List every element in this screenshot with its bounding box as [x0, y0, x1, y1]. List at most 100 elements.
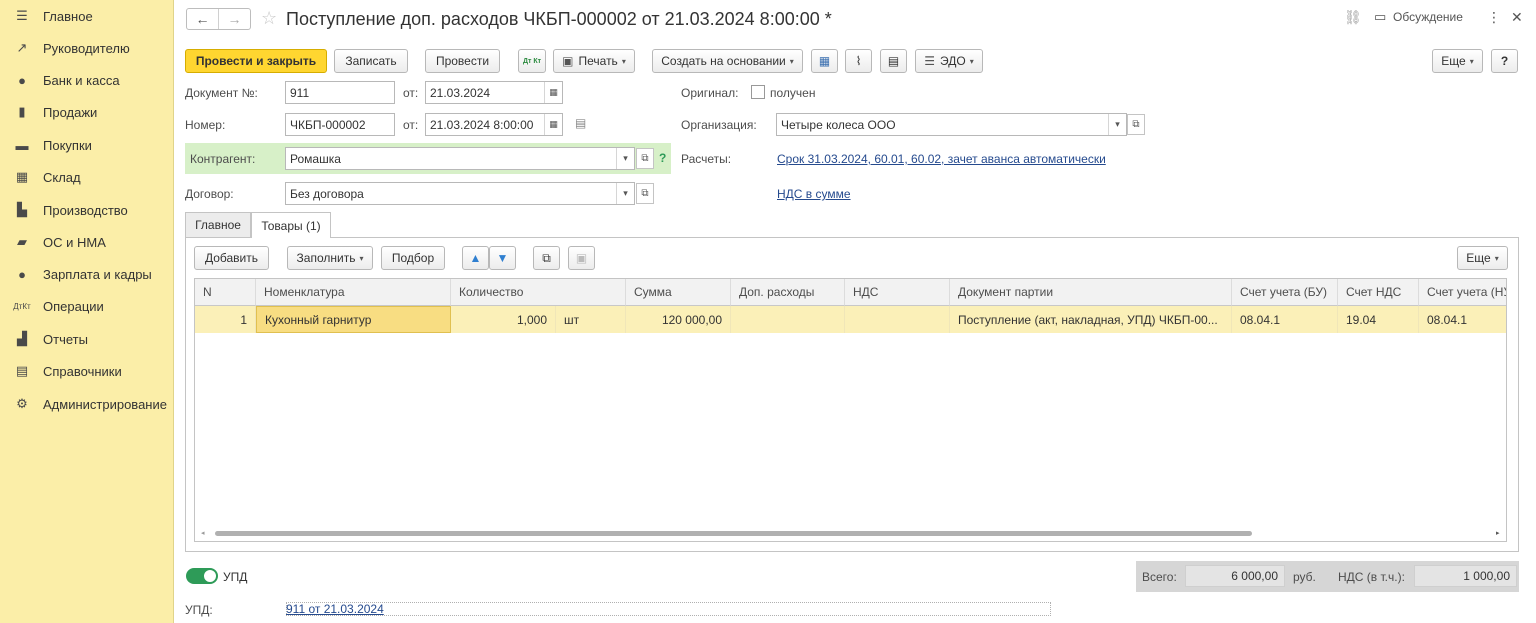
sidebar-item-manager[interactable]: ↗ Руководителю	[0, 34, 174, 62]
doc-date-value: 21.03.2024	[430, 85, 491, 100]
col-header-acc-vat[interactable]: Счет НДС	[1338, 279, 1419, 306]
table-more-button[interactable]: Еще ▾	[1457, 246, 1508, 270]
sidebar-item-warehouse[interactable]: ▦ Склад	[0, 163, 174, 191]
sidebar-item-salary[interactable]: ● Зарплата и кадры	[0, 260, 174, 288]
doc-date-input[interactable]: 21.03.2024 ▦	[425, 81, 563, 104]
sidebar-item-catalogs[interactable]: ▤ Справочники	[0, 357, 174, 385]
chevron-down-icon[interactable]: ▾	[616, 148, 634, 169]
cell-unit[interactable]: шт	[556, 306, 626, 333]
contractor-select[interactable]: Ромашка ▾	[285, 147, 635, 170]
post-and-close-button[interactable]: Провести и закрыть	[185, 49, 327, 73]
calendar-icon[interactable]: ▦	[544, 114, 562, 135]
create-based-on-button[interactable]: Создать на основании ▾	[652, 49, 803, 73]
sidebar-item-reports[interactable]: ▟ Отчеты	[0, 325, 174, 353]
numbering-icon[interactable]: ▤	[575, 116, 586, 130]
cell-item[interactable]: Кухонный гарнитур	[256, 306, 451, 333]
upd-link[interactable]: 911 от 21.03.2024	[286, 602, 384, 616]
discussion-link[interactable]: Обсуждение	[1393, 10, 1463, 24]
sidebar-item-sales[interactable]: ▮ Продажи	[0, 98, 174, 126]
fill-button[interactable]: Заполнить ▾	[287, 246, 373, 270]
attach-button[interactable]: ⌇	[845, 49, 872, 73]
chevron-down-icon: ▾	[969, 56, 974, 66]
org-select[interactable]: Четыре колеса ООО ▾	[776, 113, 1127, 136]
pick-button[interactable]: Подбор	[381, 246, 445, 270]
tab-goods[interactable]: Товары (1)	[251, 212, 331, 238]
horizontal-scrollbar[interactable]	[215, 531, 1252, 536]
cell-acc-nu[interactable]: 08.04.1	[1419, 306, 1506, 333]
open-org-icon[interactable]: ⧉	[1127, 114, 1145, 135]
scroll-left-icon[interactable]: ◂	[201, 529, 205, 537]
open-contractor-icon[interactable]: ⧉	[636, 148, 654, 169]
print-button[interactable]: ▣ Печать ▾	[553, 49, 635, 73]
col-header-vat[interactable]: НДС	[845, 279, 950, 306]
doc-no-input[interactable]: 911	[285, 81, 395, 104]
number-input[interactable]: ЧКБП-000002	[285, 113, 395, 136]
col-header-sum[interactable]: Сумма	[626, 279, 731, 306]
chat-bubble-icon[interactable]: ▭	[1374, 9, 1386, 25]
sidebar-item-main[interactable]: ☰ Главное	[0, 2, 174, 30]
ruble-coin-icon: ●	[18, 72, 26, 88]
copy-rows-button[interactable]: ⧉	[533, 246, 560, 270]
cell-acc-vat[interactable]: 19.04	[1338, 306, 1419, 333]
cell-acc-bu[interactable]: 08.04.1	[1232, 306, 1338, 333]
save-button[interactable]: Записать	[334, 49, 408, 73]
scroll-right-icon[interactable]: ▸	[1496, 529, 1500, 537]
add-row-button[interactable]: Добавить	[194, 246, 269, 270]
move-up-button[interactable]: ▲	[462, 246, 489, 270]
cell-vat[interactable]	[845, 306, 950, 333]
cell-n[interactable]: 1	[195, 306, 256, 333]
upd-toggle[interactable]	[186, 568, 218, 584]
cell-sum[interactable]: 120 000,00	[626, 306, 731, 333]
col-header-extra[interactable]: Доп. расходы	[731, 279, 845, 306]
contractor-label: Контрагент:	[190, 152, 256, 166]
structure-button[interactable]: ▦	[811, 49, 838, 73]
col-header-acc-bu[interactable]: Счет учета (БУ)	[1232, 279, 1338, 306]
forward-arrow-icon[interactable]: →	[218, 9, 250, 29]
close-icon[interactable]: ✕	[1511, 9, 1523, 26]
create-based-label: Создать на основании	[661, 54, 786, 68]
report-button[interactable]: ▤	[880, 49, 907, 73]
sidebar-item-admin[interactable]: ⚙ Администрирование	[0, 390, 174, 418]
col-header-qty[interactable]: Количество	[451, 279, 626, 306]
back-arrow-icon[interactable]: ←	[187, 9, 218, 29]
chevron-down-icon[interactable]: ▾	[1108, 114, 1126, 135]
sidebar-item-label: Банк и касса	[43, 72, 120, 88]
tab-main[interactable]: Главное	[185, 212, 251, 237]
edo-button[interactable]: ☰ ЭДО ▾	[915, 49, 983, 73]
col-header-item[interactable]: Номенклатура	[256, 279, 451, 306]
move-down-button[interactable]: ▼	[489, 246, 516, 270]
question-icon[interactable]: ?	[659, 151, 666, 165]
calendar-icon[interactable]: ▦	[544, 82, 562, 103]
sidebar-item-operations[interactable]: ДтКт Операции	[0, 292, 174, 320]
original-checkbox[interactable]	[751, 85, 765, 99]
cell-batch-doc[interactable]: Поступление (акт, накладная, УПД) ЧКБП-0…	[950, 306, 1232, 333]
sidebar: ☰ Главное ↗ Руководителю ● Банк и касса …	[0, 0, 174, 623]
number-date-input[interactable]: 21.03.2024 8:00:00 ▦	[425, 113, 563, 136]
sidebar-item-production[interactable]: ▙ Производство	[0, 196, 174, 224]
chevron-down-icon[interactable]: ▾	[616, 183, 634, 204]
cell-extra[interactable]	[731, 306, 845, 333]
sidebar-item-label: Отчеты	[43, 331, 88, 347]
dt-kt-button[interactable]: Дт Кт	[518, 49, 546, 73]
col-header-n[interactable]: N	[195, 279, 256, 306]
open-contract-icon[interactable]: ⧉	[636, 183, 654, 204]
contractor-value: Ромашка	[290, 151, 341, 166]
more-menu-icon[interactable]: ⋮	[1487, 9, 1501, 26]
favorite-star-icon[interactable]: ☆	[261, 8, 277, 29]
col-header-acc-nu[interactable]: Счет учета (НУ)	[1419, 279, 1506, 306]
settlements-link[interactable]: Срок 31.03.2024, 60.01, 60.02, зачет ава…	[777, 152, 1106, 166]
sidebar-item-bank[interactable]: ● Банк и касса	[0, 66, 174, 94]
paste-rows-button[interactable]: ▣	[568, 246, 595, 270]
cell-qty[interactable]: 1,000	[451, 306, 556, 333]
total-value: 6 000,00	[1185, 565, 1285, 587]
sidebar-item-label: ОС и НМА	[43, 234, 106, 250]
post-button[interactable]: Провести	[425, 49, 500, 73]
sidebar-item-purchases[interactable]: ▬ Покупки	[0, 131, 174, 159]
col-header-batch-doc[interactable]: Документ партии	[950, 279, 1232, 306]
sidebar-item-fixed-assets[interactable]: ▰ ОС и НМА	[0, 228, 174, 256]
help-button[interactable]: ?	[1491, 49, 1518, 73]
vat-mode-link[interactable]: НДС в сумме	[777, 187, 851, 201]
more-button[interactable]: Еще ▾	[1432, 49, 1483, 73]
contract-select[interactable]: Без договора ▾	[285, 182, 635, 205]
link-icon[interactable]: ⛓	[1344, 9, 1362, 26]
